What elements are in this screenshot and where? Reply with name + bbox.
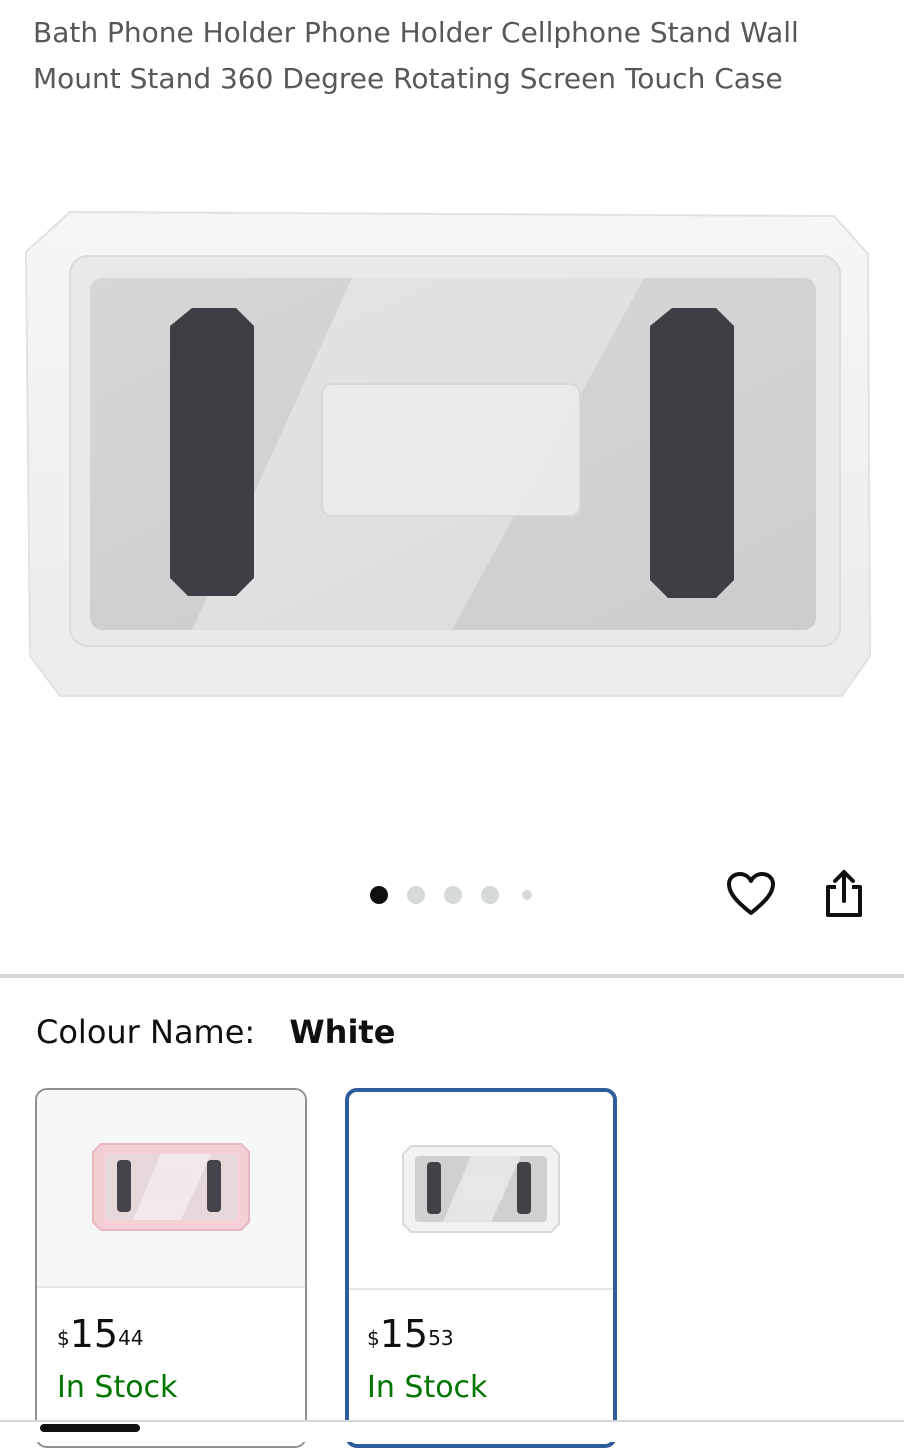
variation-header: Colour Name: White <box>36 1010 395 1054</box>
phone-holder-illustration <box>24 210 872 697</box>
colour-swatch-white[interactable]: $1553 In Stock <box>345 1088 617 1448</box>
section-divider <box>0 974 904 978</box>
price-whole: 15 <box>69 1312 119 1356</box>
swatch-availability: In Stock <box>57 1370 178 1405</box>
heart-outline-icon <box>727 872 775 915</box>
price-fraction: 53 <box>428 1326 454 1350</box>
swatch-price: $1553 <box>367 1312 454 1356</box>
carousel-dot[interactable] <box>444 886 462 904</box>
price-currency: $ <box>367 1326 380 1350</box>
share-upload-icon <box>826 870 862 917</box>
variation-label: Colour Name: <box>36 1013 256 1051</box>
product-title: Bath Phone Holder Phone Holder Cellphone… <box>33 16 799 95</box>
product-main-image[interactable] <box>22 208 882 702</box>
price-fraction: 44 <box>118 1326 144 1350</box>
swatch-price: $1544 <box>57 1312 144 1356</box>
swatch-availability: In Stock <box>367 1370 488 1405</box>
variation-selected-value: White <box>289 1013 396 1051</box>
carousel-dot[interactable] <box>407 886 425 904</box>
price-currency: $ <box>57 1326 70 1350</box>
swatch-image <box>37 1090 305 1288</box>
carousel-dot[interactable] <box>522 890 532 900</box>
pink-holder-thumbnail <box>92 1143 250 1231</box>
price-whole: 15 <box>379 1312 429 1356</box>
colour-swatch-pink[interactable]: $1544 In Stock <box>35 1088 307 1448</box>
wishlist-button[interactable] <box>725 868 777 920</box>
carousel-dot[interactable] <box>481 886 499 904</box>
swatch-image <box>349 1092 613 1290</box>
carousel-dot-active[interactable] <box>370 886 388 904</box>
home-indicator <box>40 1424 140 1432</box>
share-button[interactable] <box>818 868 870 920</box>
image-carousel-dots[interactable] <box>370 885 551 905</box>
white-holder-thumbnail <box>402 1145 560 1233</box>
